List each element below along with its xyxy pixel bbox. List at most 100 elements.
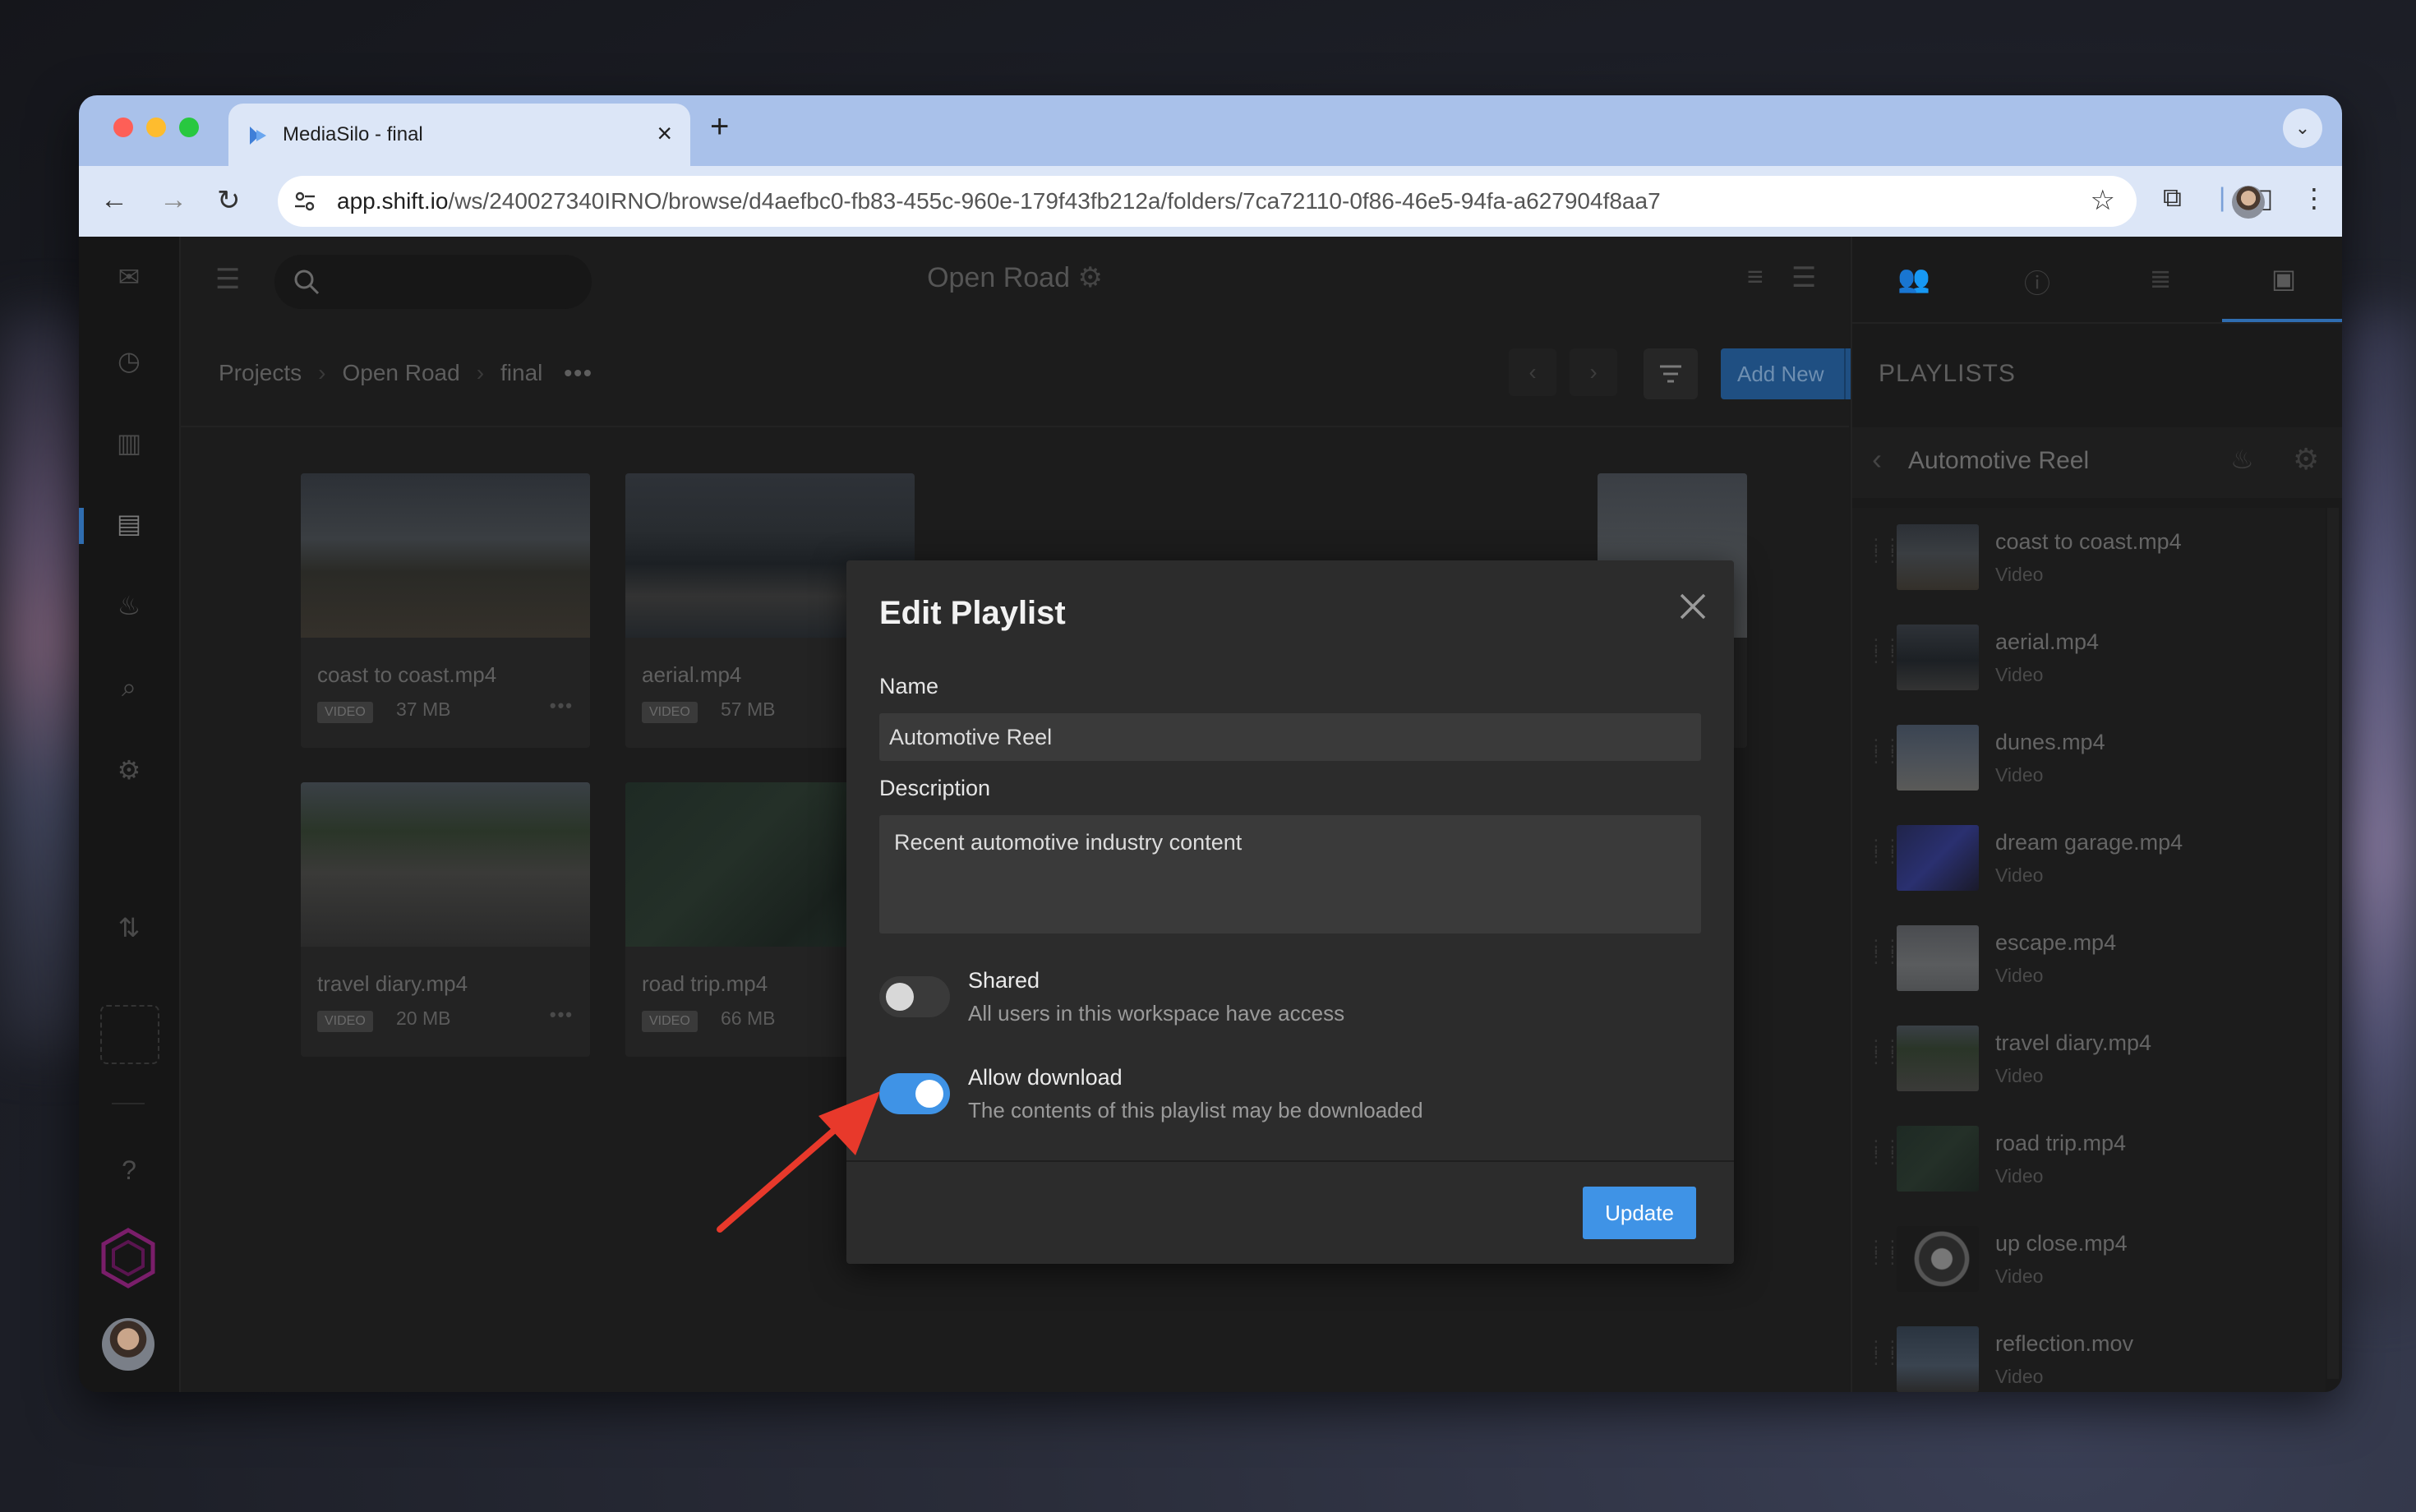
settings-gear-icon[interactable]: ⚙ [113,754,145,787]
asset-thumbnail [301,473,590,638]
playlist-item[interactable]: ⋮⋮ ⋮⋮ dream garage.mp4 Video [1852,809,2326,910]
left-navigation: ✉ ◷ ▥ ▤ ♨ ⌕ ⚙ ⇅ ? [79,237,181,1392]
menu-lines-icon[interactable]: ≡ [1747,261,1764,293]
window-minimize-button[interactable] [146,118,166,137]
drag-handle-icon[interactable]: ⋮⋮ ⋮⋮ [1867,837,1902,865]
playlist-settings-gear-icon[interactable]: ⚙ [2293,442,2319,477]
project-settings-gear-icon[interactable]: ⚙ [1077,262,1102,293]
active-tab-indicator [2222,319,2342,322]
shared-toggle[interactable] [879,976,950,1017]
back-chevron-icon[interactable]: ‹ [1872,442,1882,477]
drop-zone-placeholder[interactable] [100,1005,159,1064]
new-tab-icon[interactable]: + [710,108,729,145]
playlist-item[interactable]: ⋮⋮ ⋮⋮ aerial.mp4 Video [1852,608,2326,710]
breadcrumb-projects[interactable]: Projects [219,360,302,385]
toggle-knob [915,1080,943,1108]
breadcrumb-open-road[interactable]: Open Road [342,360,459,385]
playlist-item-name: road trip.mp4 [1995,1131,2127,1155]
playlist-item-thumbnail [1897,1326,1979,1392]
breadcrumb-more-icon[interactable]: ••• [564,360,592,385]
playlist-icon[interactable]: ▣ [2222,263,2342,294]
tab-close-icon[interactable]: × [657,118,672,149]
filter-button[interactable] [1644,348,1698,399]
update-button[interactable]: Update [1583,1187,1696,1239]
url-text: app.shift.io/ws/240027340IRNO/browse/d4a… [337,188,1661,214]
address-bar[interactable]: app.shift.io/ws/240027340IRNO/browse/d4a… [278,176,2137,227]
asset-type-badge: VIDEO [642,1011,698,1032]
browser-tab-bar: MediaSilo - final × + ⌄ [79,95,2342,166]
toolbar-divider: | [2219,182,2226,212]
asset-type-badge: VIDEO [317,702,373,723]
analytics-icon[interactable]: ▥ [113,427,145,460]
extensions-puzzle-icon[interactable]: ⧉ [2163,182,2182,214]
playlist-item[interactable]: ⋮⋮ ⋮⋮ road trip.mp4 Video [1852,1109,2326,1211]
right-panel-tabs: 👥 ⓘ ≣ ▣ [1852,237,2342,324]
asset-card[interactable]: travel diary.mp4 VIDEO 20 MB ••• [301,782,590,1057]
bookmark-star-icon[interactable]: ☆ [2091,184,2115,217]
next-page-button[interactable]: › [1570,348,1617,396]
playlist-item[interactable]: ⋮⋮ ⋮⋮ up close.mp4 Video [1852,1210,2326,1311]
asset-more-icon[interactable]: ••• [550,1004,574,1026]
browser-menu-icon[interactable]: ⋮ [2301,182,2327,214]
playlist-item-type: Video [1995,1366,2044,1387]
breadcrumb-final[interactable]: final [500,360,542,385]
project-title: Open Road ⚙ [927,262,1103,293]
playlist-item[interactable]: ⋮⋮ ⋮⋮ reflection.mov Video [1852,1310,2326,1392]
recent-clock-icon[interactable]: ◷ [113,345,145,378]
asset-more-icon[interactable]: ••• [550,695,574,717]
drag-handle-icon[interactable]: ⋮⋮ ⋮⋮ [1867,637,1902,665]
profile-avatar[interactable] [2232,186,2265,219]
reload-icon[interactable]: ↻ [217,184,241,217]
drag-handle-icon[interactable]: ⋮⋮ ⋮⋮ [1867,1339,1902,1367]
drag-handle-icon[interactable]: ⋮⋮ ⋮⋮ [1867,1038,1902,1066]
inbox-icon[interactable]: ✉ [113,261,145,294]
playlist-item-thumbnail [1897,925,1979,991]
window-close-button[interactable] [113,118,133,137]
shift-logo-icon[interactable] [97,1227,159,1289]
playlist-item-name: travel diary.mp4 [1995,1030,2152,1055]
drag-handle-icon[interactable]: ⋮⋮ ⋮⋮ [1867,1238,1902,1266]
drag-handle-icon[interactable]: ⋮⋮ ⋮⋮ [1867,537,1902,565]
back-arrow-icon[interactable]: ← [100,184,128,216]
allow-download-title: Allow download [968,1065,1123,1090]
add-new-label: Add New [1737,362,1824,386]
user-avatar[interactable] [102,1318,154,1371]
fire-icon[interactable]: ♨ [113,590,145,623]
playlist-item[interactable]: ⋮⋮ ⋮⋮ escape.mp4 Video [1852,909,2326,1011]
drag-handle-icon[interactable]: ⋮⋮ ⋮⋮ [1867,1138,1902,1166]
info-icon[interactable]: ⓘ [1976,263,2099,301]
site-settings-icon[interactable] [293,189,317,214]
search-nav-icon[interactable]: ⌕ [113,672,145,705]
transfer-arrows-icon[interactable]: ⇅ [113,912,145,945]
playlist-description-input[interactable]: Recent automotive industry content [879,815,1701,933]
browser-window: MediaSilo - final × + ⌄ ← → ↻ app.shift.… [79,95,2342,1392]
modal-title: Edit Playlist [879,595,1066,631]
playlist-item[interactable]: ⋮⋮ ⋮⋮ travel diary.mp4 Video [1852,1009,2326,1111]
asset-card[interactable]: coast to coast.mp4 VIDEO 37 MB ••• [301,473,590,748]
window-zoom-button[interactable] [179,118,199,137]
fire-icon[interactable]: ♨ [2230,444,2254,475]
drag-handle-icon[interactable]: ⋮⋮ ⋮⋮ [1867,737,1902,765]
allow-download-subtitle: The contents of this playlist may be dow… [968,1098,1423,1122]
desktop-wallpaper-right [2334,312,2416,1298]
name-label: Name [879,674,939,698]
browser-tab-active[interactable]: MediaSilo - final × [228,104,690,166]
asset-type-badge: VIDEO [317,1011,373,1032]
playlist-item-type: Video [1995,1165,2044,1187]
drag-handle-icon[interactable]: ⋮⋮ ⋮⋮ [1867,938,1902,966]
browser-toolbar: ← → ↻ app.shift.io/ws/240027340IRNO/brow… [79,166,2342,237]
people-icon[interactable]: 👥 [1852,263,1976,294]
forward-arrow-icon[interactable]: → [159,184,187,216]
playlist-item[interactable]: ⋮⋮ ⋮⋮ coast to coast.mp4 Video [1852,508,2326,610]
list-view-icon[interactable]: ☰ [1791,261,1816,294]
playlist-item-name: coast to coast.mp4 [1995,529,2182,554]
prev-page-button[interactable]: ‹ [1509,348,1556,396]
database-icon[interactable]: ≣ [2099,263,2222,294]
tab-search-chevron-icon[interactable]: ⌄ [2283,108,2322,148]
playlist-name-input[interactable] [879,713,1701,761]
playlist-scrollbar[interactable] [2327,508,2339,1379]
playlist-item[interactable]: ⋮⋮ ⋮⋮ dunes.mp4 Video [1852,708,2326,810]
help-icon[interactable]: ? [113,1155,145,1188]
close-icon[interactable] [1675,588,1711,625]
projects-archive-icon[interactable]: ▤ [113,508,145,541]
